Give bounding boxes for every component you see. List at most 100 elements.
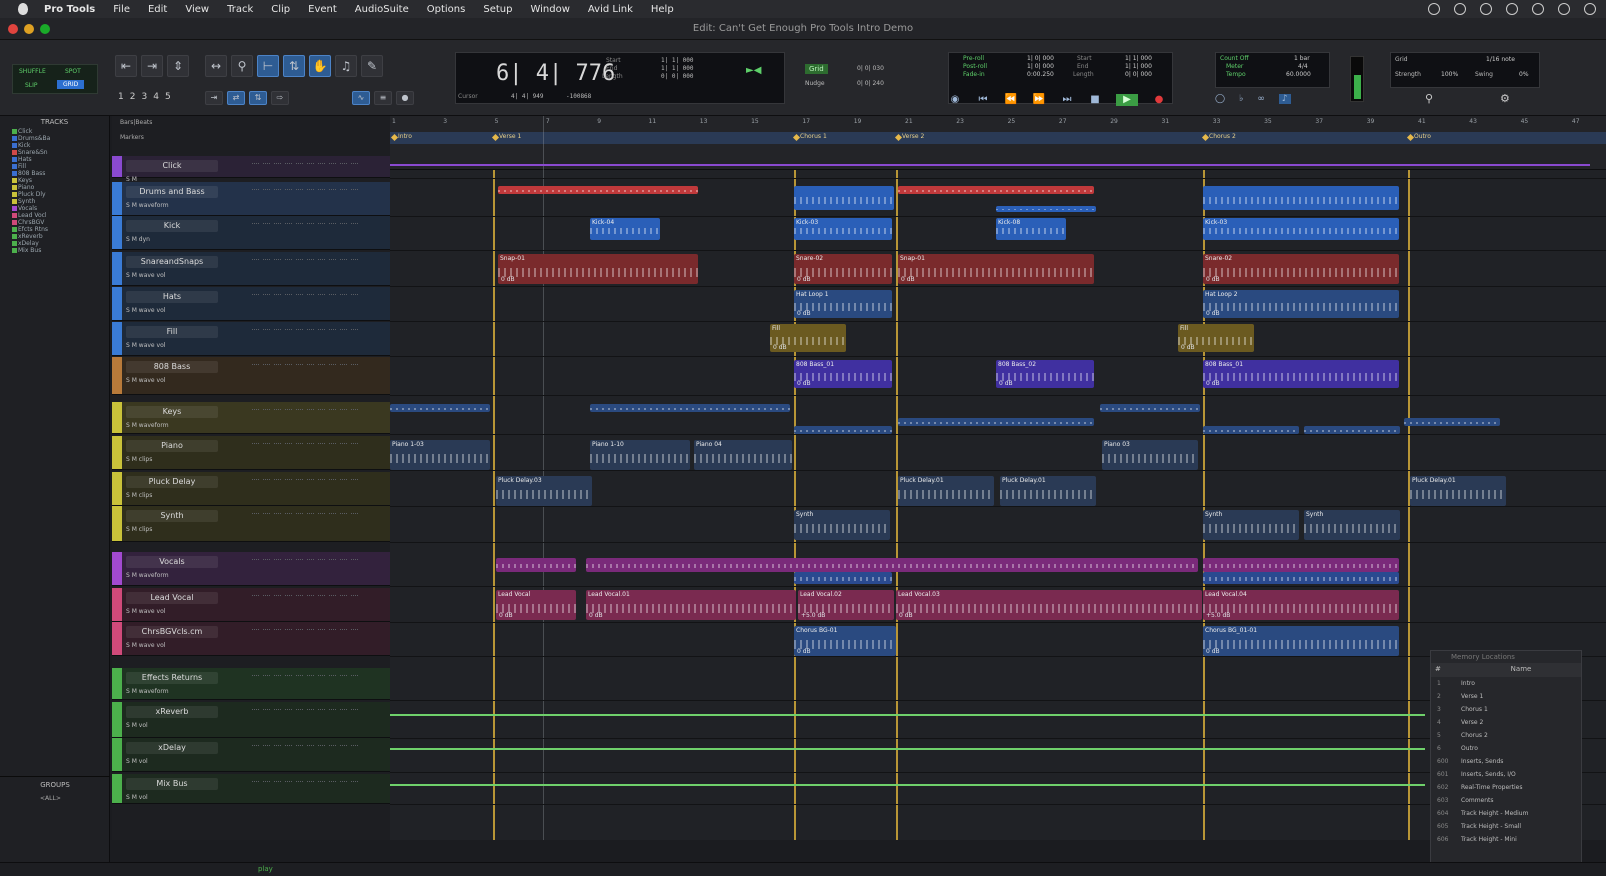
avid-icon[interactable] (1428, 3, 1440, 15)
pluck-region[interactable]: Pluck Delay.01 (1000, 476, 1096, 506)
groups-all-item[interactable]: <ALL> (0, 795, 110, 802)
insert-slot[interactable] (340, 513, 347, 519)
count-off-value[interactable]: 1 bar (1294, 55, 1310, 62)
piano-region[interactable]: Piano 1-03 (390, 440, 490, 470)
insert-slot[interactable] (318, 259, 325, 265)
insert-slot[interactable] (263, 479, 270, 485)
pre-roll-label[interactable]: Pre-roll (963, 55, 984, 62)
insert-slot[interactable] (252, 513, 259, 519)
insert-slot[interactable] (340, 559, 347, 565)
synth-region[interactable]: Synth (1304, 510, 1400, 540)
insert-slot[interactable] (274, 189, 281, 195)
insert-slot[interactable] (307, 364, 314, 370)
insert-slot[interactable] (285, 479, 292, 485)
siri-icon[interactable] (1584, 3, 1596, 15)
insert-slot[interactable] (351, 513, 358, 519)
transport-end-value[interactable]: 1| 1| 000 (1125, 63, 1152, 70)
go-to-end-icon[interactable]: ⏭ (1060, 94, 1074, 106)
track-inserts[interactable] (250, 328, 378, 352)
insert-slot[interactable] (329, 443, 336, 449)
snare-region[interactable]: Snap-01 0 dB (498, 254, 698, 284)
track-name[interactable]: Synth (126, 510, 218, 522)
pre-roll-value[interactable]: 1| 0| 000 (1027, 55, 1054, 62)
memory-location-row[interactable]: 4 Verse 2 (1431, 716, 1581, 729)
insert-slot[interactable] (351, 163, 358, 169)
fx-volume-line[interactable] (390, 714, 1425, 716)
search-tool-icon[interactable]: ⚲ (1425, 92, 1433, 105)
track-name[interactable]: Drums and Bass (126, 186, 218, 198)
folder-region[interactable] (898, 186, 1094, 194)
track-header[interactable]: Click S M (112, 156, 390, 183)
hats-region[interactable]: Hat Loop 1 0 dB (794, 290, 892, 318)
insert-slot[interactable] (285, 163, 292, 169)
insert-slot[interactable] (340, 294, 347, 300)
insert-slot[interactable] (274, 259, 281, 265)
insert-slot[interactable] (296, 259, 303, 265)
insert-slot[interactable] (340, 629, 347, 635)
zoom-out-icon[interactable]: ⇤ (115, 55, 137, 77)
insert-slot[interactable] (318, 189, 325, 195)
insert-slot[interactable] (329, 479, 336, 485)
track-inserts[interactable] (250, 363, 378, 387)
insert-slot[interactable] (252, 629, 259, 635)
menu-edit[interactable]: Edit (148, 4, 167, 15)
insert-slot[interactable] (285, 259, 292, 265)
insert-slot[interactable] (263, 559, 270, 565)
main-counter-value[interactable]: 6| 4| 776 (496, 61, 615, 86)
sidebar-track-item[interactable]: Fill (0, 163, 109, 170)
folder-region[interactable] (1203, 558, 1399, 572)
insert-slot[interactable] (318, 329, 325, 335)
kick-region[interactable]: Kick-04 (590, 218, 660, 240)
bottom-scroll-bar[interactable]: play (0, 862, 1606, 876)
folder-region[interactable] (996, 206, 1096, 212)
insert-slot[interactable] (252, 189, 259, 195)
track-controls[interactable]: S M waveform (126, 202, 169, 209)
insert-slot[interactable] (263, 781, 270, 787)
sidebar-track-item[interactable]: Synth (0, 198, 109, 205)
track-controls[interactable]: S M waveform (126, 572, 169, 579)
lead-vocal-region[interactable]: Lead Vocal.01 0 dB (586, 590, 796, 620)
track-header[interactable]: Keys S M waveform (112, 402, 390, 434)
insert-slot[interactable] (285, 559, 292, 565)
insert-slot[interactable] (296, 364, 303, 370)
folder-region[interactable] (586, 558, 1198, 572)
insert-slot[interactable] (329, 709, 336, 715)
insert-slot[interactable] (252, 259, 259, 265)
insert-slot[interactable] (252, 163, 259, 169)
fast-forward-icon[interactable]: ⏩ (1032, 94, 1046, 106)
menu-options[interactable]: Options (427, 4, 466, 15)
start-value[interactable]: 1| 1| 000 (661, 57, 694, 64)
insert-slot[interactable] (340, 329, 347, 335)
sidebar-track-item[interactable]: Efcts Rtns (0, 226, 109, 233)
insert-slot[interactable] (263, 294, 270, 300)
insert-slot[interactable] (274, 479, 281, 485)
track-controls[interactable]: S M vol (126, 758, 148, 765)
col-num[interactable]: # (1435, 665, 1465, 675)
grabber-tool-icon[interactable]: ✋ (309, 55, 331, 77)
track-name[interactable]: Hats (126, 291, 218, 303)
insert-slot[interactable] (296, 409, 303, 415)
insert-slot[interactable] (318, 559, 325, 565)
insert-slot[interactable] (340, 223, 347, 229)
track-inserts[interactable] (250, 442, 378, 466)
snare-region[interactable]: Snare-02 0 dB (1203, 254, 1399, 284)
insert-slot[interactable] (329, 364, 336, 370)
search-icon[interactable] (1506, 3, 1518, 15)
insert-slot[interactable] (351, 781, 358, 787)
insert-slot[interactable] (340, 409, 347, 415)
insert-slot[interactable] (351, 595, 358, 601)
insert-slot[interactable] (296, 479, 303, 485)
track-name[interactable]: Lead Vocal (126, 592, 218, 604)
track-name[interactable]: ChrsBGVcls.cm (126, 626, 218, 638)
memory-location-row[interactable]: 600 Inserts, Sends (1431, 755, 1581, 768)
menu-window[interactable]: Window (530, 4, 569, 15)
track-inserts[interactable] (250, 780, 378, 804)
folder-region[interactable] (898, 418, 1094, 426)
insert-slot[interactable] (329, 259, 336, 265)
insert-slot[interactable] (274, 513, 281, 519)
lead-vocal-region[interactable]: Lead Vocal.02 +5.0 dB (798, 590, 894, 620)
insert-slot[interactable] (329, 559, 336, 565)
memory-location-row[interactable]: 604 Track Height - Medium (1431, 807, 1581, 820)
tempo-label[interactable]: Tempo (1226, 71, 1246, 78)
sidebar-track-item[interactable]: Mix Bus (0, 247, 109, 254)
